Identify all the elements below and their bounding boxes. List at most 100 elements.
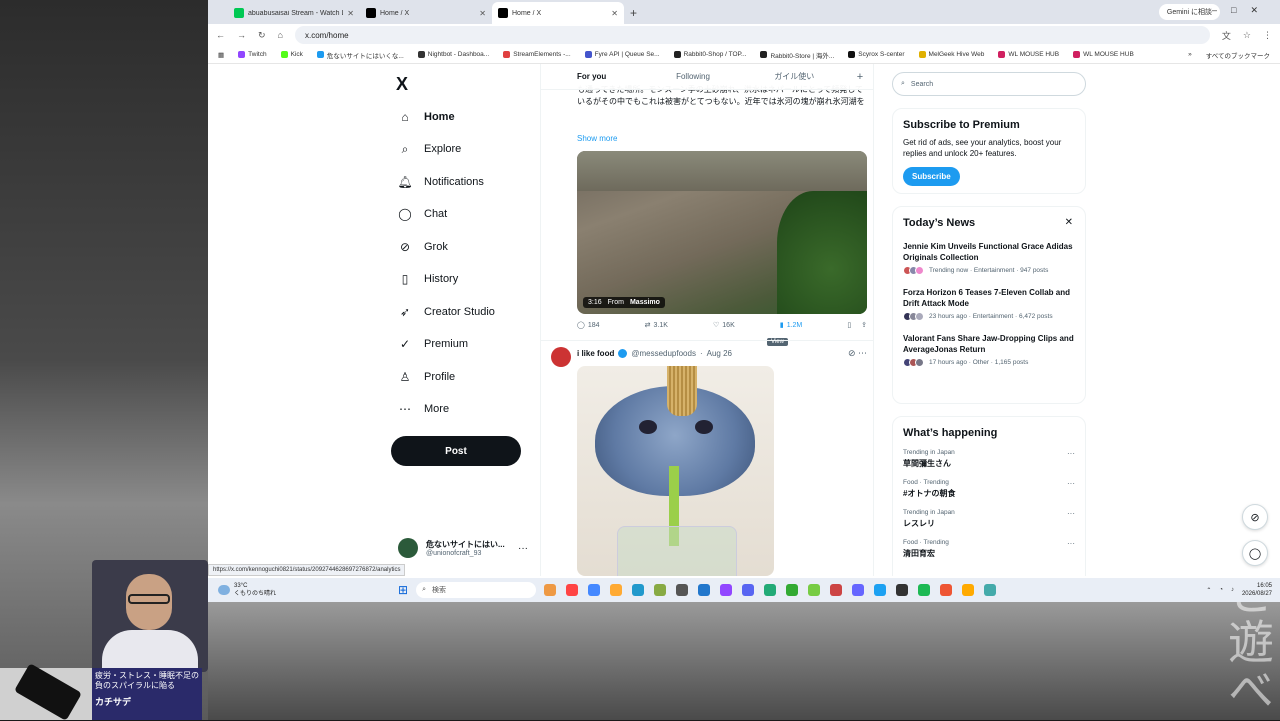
chat-float-button[interactable]: ◯ (1242, 540, 1268, 566)
trend-more-icon[interactable]: ··· (1067, 509, 1075, 518)
clock[interactable]: 16:052026/08/27 (1242, 582, 1272, 598)
tweet-date[interactable]: Aug 26 (707, 349, 732, 358)
chevron-up-icon[interactable]: ⌃ (1206, 587, 1211, 594)
taskbar-app-icon[interactable] (852, 584, 864, 596)
volume-icon[interactable]: ♪ (1231, 587, 1234, 593)
bookmark-item[interactable]: Scyrox S-center (848, 51, 904, 58)
trend-item[interactable]: Food · Trending清田育宏··· (903, 539, 1075, 559)
new-tab-button[interactable]: + (624, 6, 643, 24)
nav-item-home[interactable]: ⌂Home (398, 110, 455, 124)
forward-icon[interactable]: → (237, 30, 246, 40)
trend-more-icon[interactable]: ··· (1067, 539, 1075, 548)
window-controls[interactable]: –□✕ (1212, 5, 1272, 16)
x-logo[interactable]: X (396, 74, 408, 95)
taskbar-app-icon[interactable] (742, 584, 754, 596)
reply-button[interactable]: ◯184 (577, 321, 600, 329)
bookmark-item[interactable]: StreamElements -... (503, 51, 570, 58)
all-bookmarks-folder[interactable]: すべてのブックマーク (1206, 50, 1270, 60)
nav-item-creator-studio[interactable]: ➶Creator Studio (398, 305, 495, 319)
taskbar-app-icon[interactable] (566, 584, 578, 596)
nav-item-profile[interactable]: ♙Profile (398, 370, 455, 384)
taskbar-app-icon[interactable] (874, 584, 886, 596)
taskbar-app-icon[interactable] (786, 584, 798, 596)
taskbar-app-icon[interactable] (588, 584, 600, 596)
tweet-image[interactable] (577, 366, 774, 576)
browser-tab-active[interactable]: Home / X ✕ (492, 2, 624, 24)
tweet-video[interactable]: 3:16 From Massimo (577, 151, 867, 314)
subscribe-button[interactable]: Subscribe (903, 167, 960, 186)
grok-float-button[interactable]: ⊘ (1242, 504, 1268, 530)
taskbar-app-icon[interactable] (962, 584, 974, 596)
tab-for-you[interactable]: For you (541, 72, 642, 81)
bookmark-item[interactable]: WL MOUSE HUB (998, 51, 1059, 58)
bookmark-item[interactable]: Rabbit0-Shop / TOP... (674, 51, 747, 58)
bookmark-item[interactable]: WL MOUSE HUB (1073, 51, 1134, 58)
taskbar-app-icon[interactable] (764, 584, 776, 596)
tab-close-icon[interactable]: ✕ (347, 9, 354, 18)
reload-icon[interactable]: ↻ (258, 30, 266, 41)
close-icon[interactable]: ✕ (1065, 217, 1073, 228)
nav-item-history[interactable]: ▯History (398, 272, 458, 286)
taskbar-app-icon[interactable] (720, 584, 732, 596)
bookmark-item[interactable]: Rabbit0-Store | 海外... (760, 50, 834, 60)
start-icon[interactable]: ⊞ (398, 583, 408, 597)
browser-tab[interactable]: abuabusaisai Stream - Watch L ✕ (228, 2, 360, 24)
wifi-icon[interactable]: ◔ (1219, 587, 1223, 593)
views-button[interactable]: ▮1.2M (780, 321, 802, 329)
bookmarks-more-icon[interactable]: » (1188, 51, 1192, 58)
tweet-menu-icons[interactable]: ⊘ ⋯ (848, 348, 867, 359)
post-button[interactable]: Post (391, 436, 521, 466)
menu-icon[interactable]: ⋮ (1263, 30, 1272, 41)
taskbar-app-icon[interactable] (610, 584, 622, 596)
taskbar-app-icon[interactable] (698, 584, 710, 596)
taskbar-app-icon[interactable] (830, 584, 842, 596)
show-more-link[interactable]: Show more (577, 134, 617, 143)
nav-item-explore[interactable]: ⌕Explore (398, 142, 461, 156)
tab-custom-list[interactable]: ガイル使い (744, 71, 845, 82)
star-icon[interactable]: ☆ (1243, 30, 1251, 41)
trend-item[interactable]: Trending in Japanレスレリ··· (903, 509, 1075, 529)
search-input[interactable]: ⌕ Search (892, 72, 1086, 96)
account-more-icon[interactable]: ··· (518, 543, 528, 554)
translate-icon[interactable]: 文 (1222, 29, 1231, 42)
browser-tab[interactable]: Home / X ✕ (360, 2, 492, 24)
back-icon[interactable]: ← (216, 30, 225, 40)
like-button[interactable]: ♡16K (713, 321, 735, 329)
trend-more-icon[interactable]: ··· (1067, 449, 1075, 458)
taskbar-search[interactable]: ⌕検索 (416, 582, 536, 598)
nav-item-more[interactable]: ⋯More (398, 402, 449, 416)
url-field[interactable]: x.com/home (295, 26, 1210, 44)
taskbar-app-icon[interactable] (896, 584, 908, 596)
nav-item-grok[interactable]: ⊘Grok (398, 240, 448, 254)
news-item[interactable]: Valorant Fans Share Jaw-Dropping Clips a… (903, 333, 1075, 367)
taskbar-app-icon[interactable] (654, 584, 666, 596)
avatar[interactable] (551, 347, 571, 367)
nav-item-chat[interactable]: ◯Chat (398, 207, 447, 221)
bookmark-item[interactable]: MelGeek Hive Web (919, 51, 985, 58)
bookmark-item[interactable]: Nightbot - Dashboa... (418, 51, 489, 58)
bookmark-item[interactable]: 危ないサイトにはいくな... (317, 50, 404, 60)
taskbar-app-icon[interactable] (984, 584, 996, 596)
taskbar-app-icon[interactable] (544, 584, 556, 596)
author-handle[interactable]: @messedupfoods (631, 349, 696, 358)
tab-close-icon[interactable]: ✕ (479, 9, 486, 18)
bookmark-icon[interactable]: ▯ (847, 321, 851, 329)
taskbar-app-icon[interactable] (632, 584, 644, 596)
bookmark-item[interactable]: Fyre API | Queue Se... (585, 51, 660, 58)
tab-following[interactable]: Following (642, 72, 743, 81)
taskbar-app-icon[interactable] (676, 584, 688, 596)
taskbar-app-icon[interactable] (808, 584, 820, 596)
author-name[interactable]: i like food (577, 349, 614, 358)
apps-grid-icon[interactable]: ▦ (218, 51, 224, 59)
tab-close-icon[interactable]: ✕ (611, 9, 618, 18)
add-tab-icon[interactable]: + (845, 71, 874, 83)
share-icon[interactable]: ⇪ (861, 321, 867, 329)
trend-item[interactable]: Trending in Japan草間彌生さん··· (903, 449, 1075, 469)
bookmark-item[interactable]: Kick (281, 51, 303, 58)
home-browser-icon[interactable]: ⌂ (278, 30, 283, 40)
trend-more-icon[interactable]: ··· (1067, 479, 1075, 488)
taskbar-app-icon[interactable] (918, 584, 930, 596)
weather-widget[interactable]: 33°Cくもりのち晴れ (218, 582, 338, 598)
news-item[interactable]: Forza Horizon 6 Teases 7-Eleven Collab a… (903, 287, 1075, 321)
nav-item-premium[interactable]: ✓Premium (398, 337, 468, 351)
